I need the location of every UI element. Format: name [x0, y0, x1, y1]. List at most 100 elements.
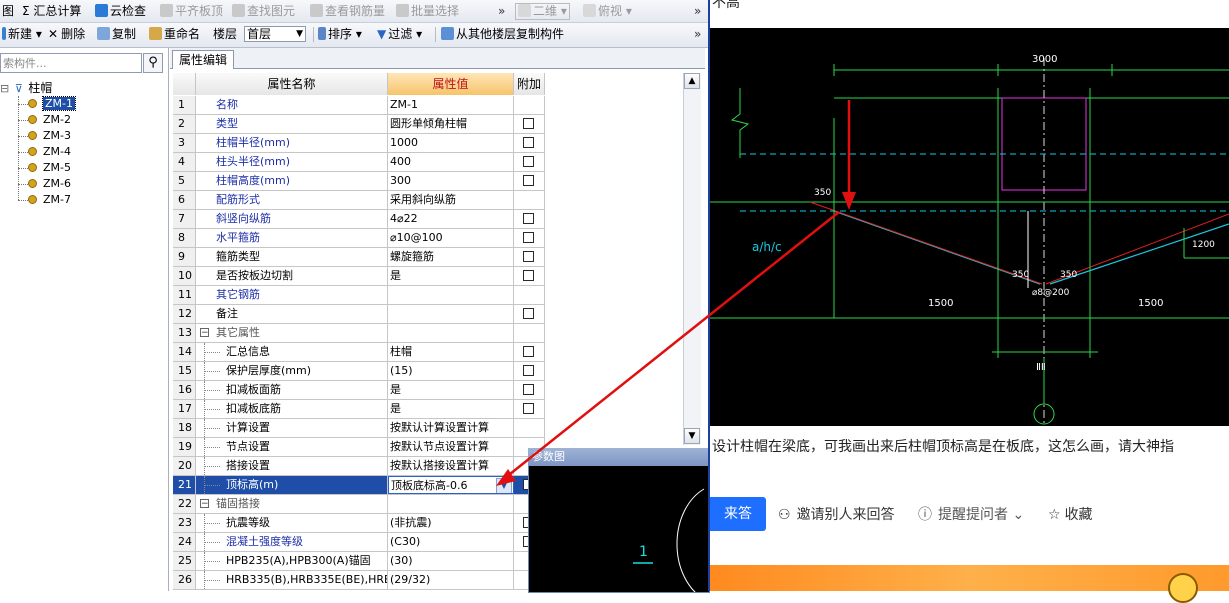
table-row[interactable]: 6 配筋形式 采用斜向纵筋 — [173, 191, 545, 210]
tree-item[interactable]: ZM-1 — [28, 96, 76, 112]
property-value[interactable]: 按默认搭接设置计算 — [388, 457, 514, 475]
tab-property-edit[interactable]: 属性编辑 — [172, 50, 235, 69]
property-value[interactable]: 300 — [388, 172, 514, 190]
extra-checkbox[interactable] — [523, 118, 534, 129]
table-row[interactable]: 9 箍筋类型 螺旋箍筋 — [173, 248, 545, 267]
tree-root[interactable]: ⊟ ⊽ 柱帽 — [0, 80, 52, 96]
property-value[interactable]: 顶板底标高-0.6 ▼ — [388, 476, 514, 494]
table-row[interactable]: 25 HPB235(A),HPB300(A)锚固 (30) — [173, 552, 545, 571]
chevron-down-icon[interactable]: ▼ — [496, 478, 512, 493]
table-row[interactable]: 17 扣减板底筋 是 — [173, 400, 545, 419]
search-input[interactable]: 索构件... — [0, 53, 142, 73]
property-value[interactable]: (15) — [388, 362, 514, 380]
property-value[interactable]: 是 — [388, 400, 514, 418]
extra-checkbox[interactable] — [523, 308, 534, 319]
tree-item[interactable]: ZM-4 — [28, 144, 71, 160]
toolbar-overflow-icon[interactable]: » — [498, 3, 505, 20]
extra-checkbox[interactable] — [523, 384, 534, 395]
property-value[interactable]: 采用斜向纵筋 — [388, 191, 514, 209]
property-name[interactable]: 搭接设置 — [196, 457, 388, 475]
view-2d-dropdown[interactable]: 二维 ▾ — [515, 3, 570, 20]
property-value[interactable] — [388, 286, 514, 304]
scroll-down-icon[interactable]: ▼ — [684, 428, 700, 444]
collapse-icon[interactable]: − — [200, 328, 209, 338]
table-row[interactable]: 24 混凝土强度等级 (C30) — [173, 533, 545, 552]
property-value[interactable]: ZM-1 — [388, 96, 514, 114]
toolbar2-overflow-icon[interactable]: » — [694, 26, 701, 43]
table-row[interactable]: 19 节点设置 按默认节点设置计算 — [173, 438, 545, 457]
extra-checkbox[interactable] — [523, 232, 534, 243]
property-value[interactable]: 是 — [388, 267, 514, 285]
property-name[interactable]: HPB235(A),HPB300(A)锚固 — [196, 552, 388, 570]
property-value[interactable]: 是 — [388, 381, 514, 399]
property-value[interactable]: (29/32) — [388, 571, 514, 589]
extra-checkbox[interactable] — [523, 213, 534, 224]
table-row[interactable]: 2 类型 圆形单倾角柱帽 — [173, 115, 545, 134]
property-name[interactable]: − 锚固搭接 — [196, 495, 388, 513]
grid-header-value[interactable]: 属性值 — [388, 73, 514, 95]
property-value[interactable]: 按默认节点设置计算 — [388, 438, 514, 456]
table-row[interactable]: 18 计算设置 按默认计算设置计算 — [173, 419, 545, 438]
tree-item[interactable]: ZM-6 — [28, 176, 71, 192]
table-row[interactable]: 26 HRB335(B),HRB335E(BE),HRBF (29/32) — [173, 571, 545, 590]
copy-from-floor-button[interactable]: 从其他楼层复制构件 — [441, 26, 564, 43]
batch-select-button[interactable]: 批量选择 — [396, 3, 459, 20]
property-name[interactable]: HRB335(B),HRB335E(BE),HRBF — [196, 571, 388, 589]
table-row[interactable]: 7 斜竖向纵筋 4⌀22 — [173, 210, 545, 229]
property-name[interactable]: 其它钢筋 — [196, 286, 388, 304]
property-value[interactable]: 400 — [388, 153, 514, 171]
table-row[interactable]: 1 名称 ZM-1 — [173, 96, 545, 115]
property-name[interactable]: 顶标高(m) — [196, 476, 388, 494]
search-icon[interactable]: ⚲ — [143, 53, 163, 73]
summary-calc-button[interactable]: Σ 汇总计算 — [22, 3, 81, 20]
table-row[interactable]: 23 抗震等级 (非抗震) — [173, 514, 545, 533]
tree-item[interactable]: ZM-7 — [28, 192, 71, 208]
scroll-up-icon[interactable]: ▲ — [684, 73, 700, 89]
delete-button[interactable]: ✕ 删除 — [48, 26, 85, 43]
filter-button[interactable]: ▼ 过滤 ▾ — [377, 26, 422, 43]
table-row[interactable]: 5 柱帽高度(mm) 300 — [173, 172, 545, 191]
property-value[interactable]: (30) — [388, 552, 514, 570]
property-value[interactable] — [388, 495, 514, 513]
extra-checkbox[interactable] — [523, 346, 534, 357]
property-value[interactable]: (非抗震) — [388, 514, 514, 532]
property-value[interactable]: 柱帽 — [388, 343, 514, 361]
table-row[interactable]: 4 柱头半径(mm) 400 — [173, 153, 545, 172]
property-name[interactable]: 节点设置 — [196, 438, 388, 456]
copy-button[interactable]: 复制 — [97, 26, 136, 43]
table-row[interactable]: 14 汇总信息 柱帽 — [173, 343, 545, 362]
flush-top-button[interactable]: 平齐板顶 — [160, 3, 223, 20]
table-row[interactable]: 12 备注 — [173, 305, 545, 324]
collect-link[interactable]: ☆ 收藏 — [1048, 506, 1093, 524]
table-row[interactable]: 16 扣减板面筋 是 — [173, 381, 545, 400]
property-value[interactable]: ⌀10@100 — [388, 229, 514, 247]
property-name[interactable]: 箍筋类型 — [196, 248, 388, 266]
toolbar-item-drawing[interactable]: 图 — [2, 3, 14, 20]
property-name[interactable]: 名称 — [196, 96, 388, 114]
property-name[interactable]: 斜竖向纵筋 — [196, 210, 388, 228]
property-value[interactable]: 圆形单倾角柱帽 — [388, 115, 514, 133]
property-name[interactable]: 是否按板边切割 — [196, 267, 388, 285]
property-name[interactable]: 柱帽高度(mm) — [196, 172, 388, 190]
extra-checkbox[interactable] — [523, 175, 534, 186]
table-row[interactable]: 10 是否按板边切割 是 — [173, 267, 545, 286]
property-name[interactable]: 扣减板底筋 — [196, 400, 388, 418]
property-name[interactable]: 配筋形式 — [196, 191, 388, 209]
property-value[interactable]: (C30) — [388, 533, 514, 551]
table-row[interactable]: 22− 锚固搭接 — [173, 495, 545, 514]
cloud-check-button[interactable]: 云检查 — [95, 3, 146, 20]
sort-button[interactable]: 排序 ▾ — [318, 26, 362, 43]
property-name[interactable]: 扣减板面筋 — [196, 381, 388, 399]
property-name[interactable]: 混凝土强度等级 — [196, 533, 388, 551]
table-row[interactable]: 11 其它钢筋 — [173, 286, 545, 305]
answer-button[interactable]: 来答 — [710, 497, 766, 531]
property-value[interactable]: 4⌀22 — [388, 210, 514, 228]
property-name[interactable]: 备注 — [196, 305, 388, 323]
find-element-button[interactable]: 查找图元 — [232, 3, 295, 20]
property-name[interactable]: 柱帽半径(mm) — [196, 134, 388, 152]
property-name[interactable]: − 其它属性 — [196, 324, 388, 342]
property-name[interactable]: 抗震等级 — [196, 514, 388, 532]
tree-item[interactable]: ZM-2 — [28, 112, 71, 128]
property-value[interactable]: 螺旋箍筋 — [388, 248, 514, 266]
property-value[interactable] — [388, 305, 514, 323]
